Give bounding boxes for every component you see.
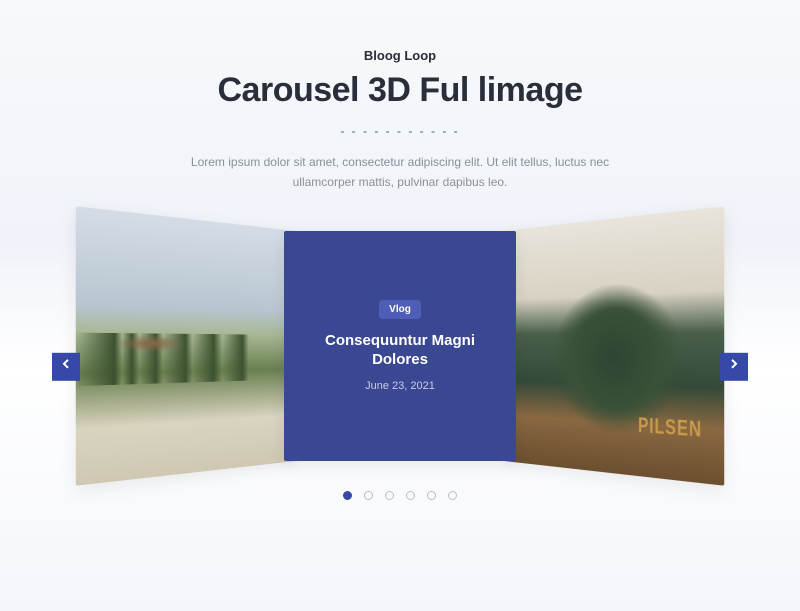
title-divider: - - - - - - - - - - - xyxy=(0,124,800,138)
page-title: Carousel 3D Ful limage xyxy=(0,71,800,110)
carousel-slide-left[interactable] xyxy=(76,206,296,485)
page-header: Bloog Loop Carousel 3D Ful limage - - - … xyxy=(0,0,800,193)
carousel-dot[interactable] xyxy=(448,491,457,500)
page-description: Lorem ipsum dolor sit amet, consectetur … xyxy=(190,152,610,193)
slide-date: June 23, 2021 xyxy=(365,380,435,392)
carousel: Vlog Consequuntur Magni Dolores June 23,… xyxy=(0,231,800,481)
slide-image-backpack xyxy=(504,206,724,485)
carousel-dot[interactable] xyxy=(343,491,352,500)
carousel-dot[interactable] xyxy=(406,491,415,500)
carousel-container: Vlog Consequuntur Magni Dolores June 23,… xyxy=(0,231,800,511)
carousel-dot[interactable] xyxy=(427,491,436,500)
carousel-pagination xyxy=(0,491,800,500)
carousel-prev-button[interactable] xyxy=(52,353,80,381)
carousel-slide-right[interactable] xyxy=(504,206,724,485)
page-subtitle: Bloog Loop xyxy=(0,48,800,63)
carousel-dot[interactable] xyxy=(385,491,394,500)
slide-title: Consequuntur Magni Dolores xyxy=(304,331,496,370)
carousel-next-button[interactable] xyxy=(720,353,748,381)
chevron-left-icon xyxy=(58,356,74,377)
slide-category-tag[interactable]: Vlog xyxy=(379,300,421,319)
chevron-right-icon xyxy=(726,356,742,377)
carousel-slide-center[interactable]: Vlog Consequuntur Magni Dolores June 23,… xyxy=(284,231,516,461)
slide-image-landscape xyxy=(76,206,296,485)
carousel-dot[interactable] xyxy=(364,491,373,500)
